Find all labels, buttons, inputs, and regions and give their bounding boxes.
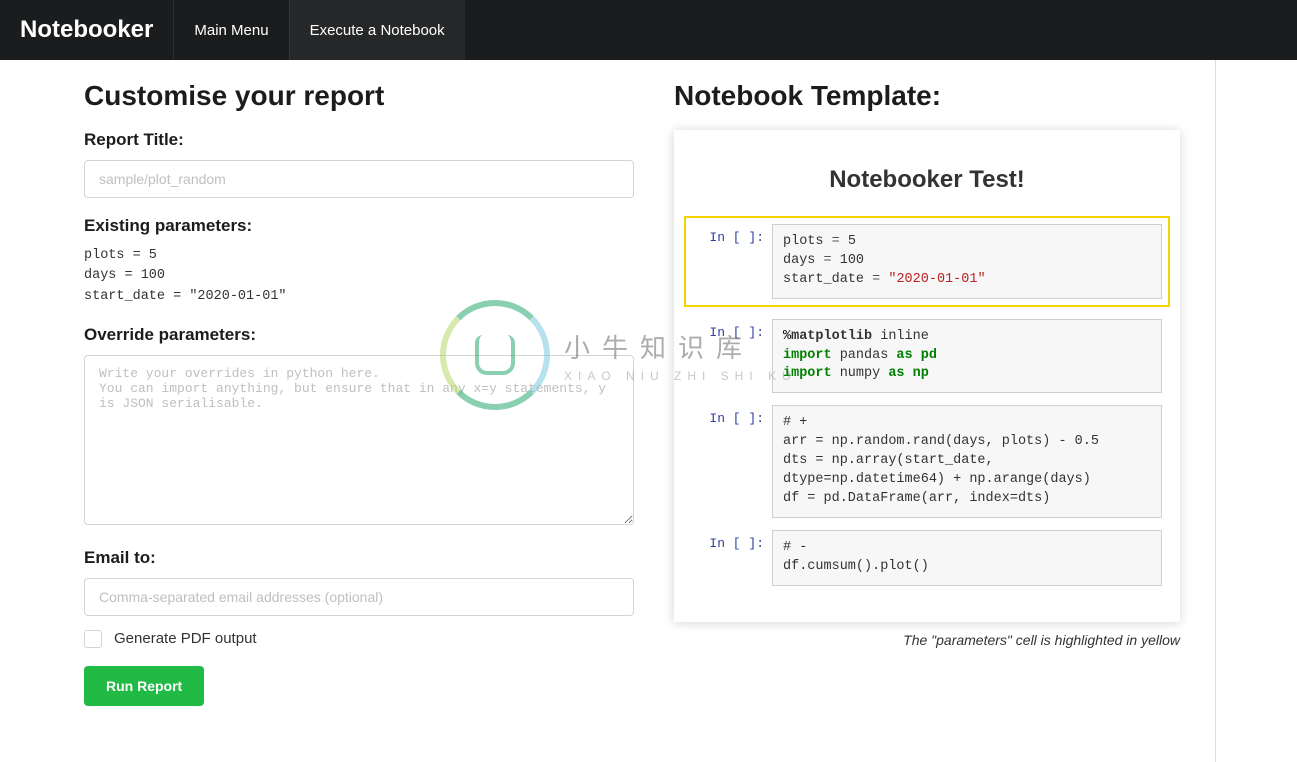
existing-parameters-code: plots = 5 days = 100 start_date = "2020-… xyxy=(84,246,634,307)
parameters-caption: The "parameters" cell is highlighted in … xyxy=(674,632,1180,648)
generate-pdf-checkbox[interactable] xyxy=(84,630,102,648)
cell-code: # - df.cumsum().plot() xyxy=(772,530,1162,586)
nav-main-menu[interactable]: Main Menu xyxy=(173,0,288,60)
cell-prompt: In [ ]: xyxy=(692,319,772,394)
parameters-cell: In [ ]: plots = 5 days = 100 start_date … xyxy=(684,216,1170,307)
compute-cell: In [ ]: # + arr = np.random.rand(days, p… xyxy=(692,405,1162,517)
cell-code: # + arr = np.random.rand(days, plots) - … xyxy=(772,405,1162,517)
plot-cell: In [ ]: # - df.cumsum().plot() xyxy=(692,530,1162,586)
override-parameters-label: Override parameters: xyxy=(84,325,634,345)
cell-prompt: In [ ]: xyxy=(692,530,772,586)
cell-code: %matplotlib inline import pandas as pd i… xyxy=(772,319,1162,394)
nav-execute-notebook[interactable]: Execute a Notebook xyxy=(289,0,465,60)
existing-parameters-label: Existing parameters: xyxy=(84,216,634,236)
customise-heading: Customise your report xyxy=(84,80,634,112)
generate-pdf-label: Generate PDF output xyxy=(114,630,257,647)
template-heading: Notebook Template: xyxy=(674,80,1180,112)
override-parameters-input[interactable] xyxy=(84,355,634,525)
customise-panel: Customise your report Report Title: Exis… xyxy=(84,80,634,706)
brand-logo[interactable]: Notebooker xyxy=(0,16,173,44)
imports-cell: In [ ]: %matplotlib inline import pandas… xyxy=(692,319,1162,394)
email-to-input[interactable] xyxy=(84,578,634,616)
template-panel: Notebook Template: Notebooker Test! In [… xyxy=(674,80,1180,706)
navbar: Notebooker Main Menu Execute a Notebook xyxy=(0,0,1297,60)
cell-prompt: In [ ]: xyxy=(692,405,772,517)
report-title-input[interactable] xyxy=(84,160,634,198)
vertical-divider xyxy=(1215,60,1216,762)
cell-code: plots = 5 days = 100 start_date = "2020-… xyxy=(772,224,1162,299)
notebook-title: Notebooker Test! xyxy=(692,166,1162,194)
email-to-label: Email to: xyxy=(84,548,634,568)
notebook-preview: Notebooker Test! In [ ]: plots = 5 days … xyxy=(674,130,1180,622)
cell-prompt: In [ ]: xyxy=(692,224,772,299)
report-title-label: Report Title: xyxy=(84,130,634,150)
run-report-button[interactable]: Run Report xyxy=(84,666,204,706)
